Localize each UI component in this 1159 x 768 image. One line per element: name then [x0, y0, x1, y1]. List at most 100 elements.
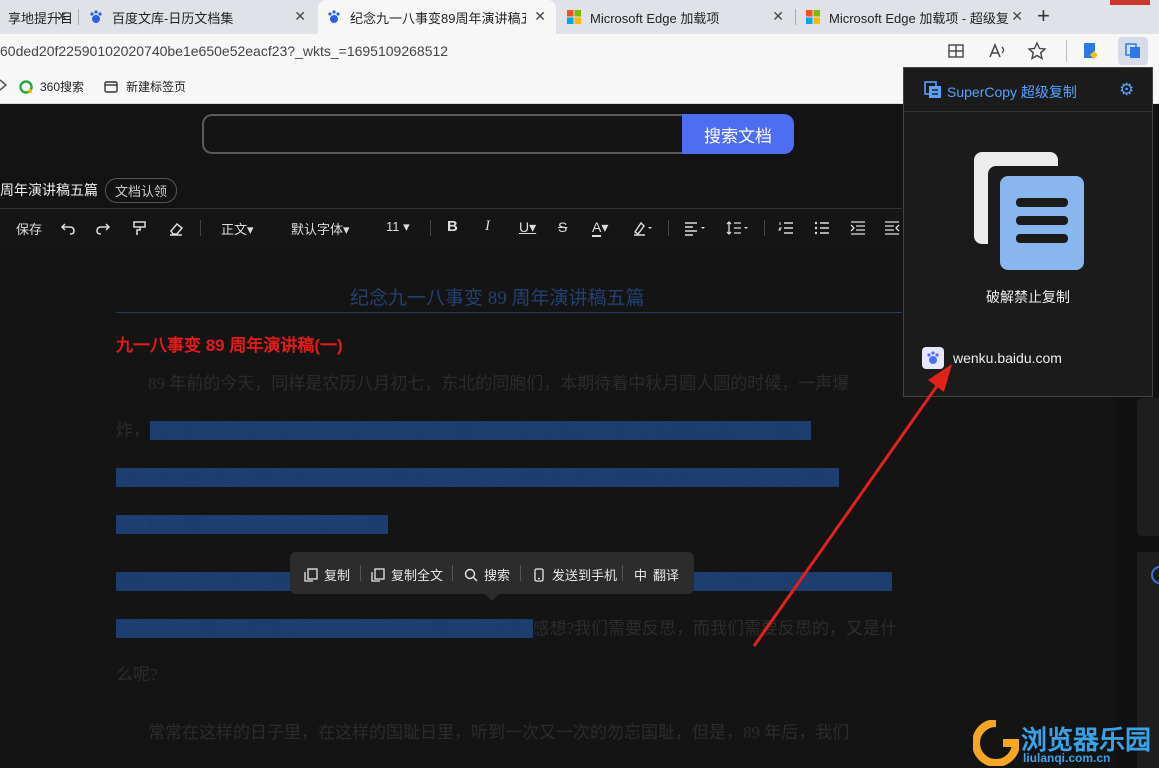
search-label: 搜索 [484, 568, 511, 583]
outdent-icon[interactable] [884, 220, 900, 236]
window-close-strip[interactable] [1110, 0, 1150, 5]
new-tab-button[interactable]: + [1037, 3, 1050, 29]
close-icon[interactable]: ✕ [534, 8, 546, 25]
para1-line3: 三省东北三省沦陷，数千万东北同胞，从此沦为亡国奴，长达 20 年……东北军民的浴… [116, 463, 839, 488]
highlight-color-icon[interactable] [632, 220, 654, 236]
translate-button[interactable]: 中 翻译 [634, 565, 679, 584]
underline-button[interactable]: U▾ [519, 219, 536, 236]
close-icon[interactable]: ✕ [772, 8, 784, 25]
copy-all-icon [371, 567, 385, 582]
line-spacing-icon[interactable] [726, 220, 750, 236]
align-menu-icon[interactable] [684, 220, 708, 236]
selected-text: 聚着民族、舍身报国的精神与抗争。 [116, 515, 388, 534]
tab-1[interactable]: 享地提升目 ✕ [0, 0, 78, 34]
font-family-value: 默认字体 [291, 222, 344, 237]
settings-gear-icon[interactable]: ⚙ [1119, 80, 1134, 100]
popup-action-label: 破解禁止复制 [986, 289, 1070, 305]
font-size-select[interactable]: 11 ▾ [386, 219, 410, 235]
para1-line4: 聚着民族、舍身报国的精神与抗争。 [116, 510, 388, 535]
tab-title: 纪念九一八事变89周年演讲稿五篇 [350, 10, 526, 26]
split-screen-icon[interactable] [947, 42, 965, 60]
bookmark-partial-icon [0, 79, 8, 91]
copy-label: 复制 [324, 568, 351, 583]
document-title: 周年演讲稿五篇 [0, 182, 98, 198]
document-heading: 纪念九一八事变 89 周年演讲稿五篇 [350, 288, 645, 309]
font-family-select[interactable]: 默认字体▾ [291, 219, 350, 238]
extension-doc-icon[interactable] [1080, 41, 1100, 61]
popup-divider [904, 111, 1152, 112]
search-button[interactable]: 搜索 [464, 565, 510, 584]
undo-icon[interactable] [60, 220, 76, 236]
section-title: 九一八事变 89 周年演讲稿(一) [116, 336, 343, 355]
numbered-list-icon[interactable] [778, 220, 794, 236]
send-to-phone-button[interactable]: 发送到手机 [532, 565, 617, 584]
strikethrough-button[interactable]: S [558, 219, 567, 235]
baidu-icon [328, 10, 340, 23]
supercopy-toolbar-button[interactable] [1118, 37, 1148, 65]
tab-3-active[interactable]: 纪念九一八事变89周年演讲稿五篇 ✕ [318, 0, 556, 34]
italic-button[interactable]: I [485, 218, 490, 235]
para1-line2: 炸，东北沈阳城外柳条湖铁路附近被日军炸毁，但国民党的“不抵抗”命令下，一个月时间… [116, 416, 812, 441]
tab-5[interactable]: Microsoft Edge 加载项 - 超级复制 ✕ [797, 0, 1033, 34]
microsoft-icon [806, 10, 820, 24]
doc-search-input[interactable] [202, 114, 686, 154]
phone-icon [534, 567, 544, 582]
paragraph-style-select[interactable]: 正文▾ [221, 219, 254, 238]
format-painter-icon[interactable] [132, 220, 148, 236]
bookmark-newtab[interactable]: 新建标签页 [103, 78, 186, 95]
selected-text: 年前的屈辱，国耻 89 年前不堪回首的岁月，我们有什么 [116, 619, 533, 638]
watermark-logo-icon [973, 720, 1019, 766]
newtab-icon [104, 80, 118, 93]
annotation-arrow [752, 364, 952, 647]
avatar-icon [1151, 566, 1159, 584]
supercopy-icon [1125, 43, 1140, 58]
para-text: 炸， [116, 421, 150, 440]
selected-text: 东北沈阳城外柳条湖铁路附近被日军炸毁，但国民党的“不抵抗”命令下，一个月时间，东 [150, 421, 812, 440]
underline-glyph: U [519, 219, 530, 235]
selected-text: 三省东北三省沦陷，数千万东北同胞，从此沦为亡国奴，长达 20 年……东北军民的浴… [116, 468, 839, 487]
close-icon[interactable]: ✕ [56, 8, 68, 25]
url-field[interactable]: 60ded20f22590102020740be1e650e52eacf23?_… [0, 43, 448, 59]
paragraph-style-value: 正文 [221, 222, 248, 237]
context-menu-pointer [484, 593, 500, 601]
bookmark-label: 360搜索 [40, 80, 85, 94]
save-button[interactable]: 保存 [16, 219, 42, 238]
bold-button[interactable]: B [447, 218, 458, 235]
para2-line3: 么呢? [116, 665, 158, 684]
copy-toggle-icon[interactable] [972, 150, 1086, 272]
search-doc-button[interactable]: 搜索文档 [682, 114, 794, 154]
tab-title: Microsoft Edge 加载项 [590, 10, 720, 26]
read-aloud-icon[interactable] [988, 42, 1008, 60]
watermark-domain: liulanqi.com.cn [1023, 751, 1111, 765]
bullet-list-icon[interactable] [814, 220, 830, 236]
editor-toolbar: 保存 正文▾ 默认字体▾ 11 ▾ B I U▾ S A▾ [0, 208, 902, 248]
tab-2[interactable]: 百度文库-日历文档集 ✕ [80, 0, 316, 34]
indent-icon[interactable] [850, 220, 866, 236]
heading-divider [116, 312, 902, 313]
claim-document-button[interactable]: 文档认领 [105, 178, 178, 203]
search-icon [464, 568, 478, 581]
font-size-value: 11 [386, 219, 400, 234]
microsoft-icon [567, 10, 581, 24]
copy-button[interactable]: 复制 [304, 565, 350, 584]
current-site-domain: wenku.baidu.com [953, 350, 1062, 366]
para3-line1: 常常在这样的日子里，在这样的国耻日里，听到一次又一次的勿忘国耻，但是，89 年后… [148, 723, 850, 742]
bookmark-label: 新建标签页 [126, 80, 187, 94]
tab-4[interactable]: Microsoft Edge 加载项 ✕ [558, 0, 794, 34]
bookmark-360[interactable]: 360搜索 [18, 78, 84, 95]
close-icon[interactable]: ✕ [294, 8, 306, 25]
font-color-button[interactable]: A▾ [592, 219, 608, 237]
redo-icon[interactable] [95, 220, 111, 236]
eraser-icon[interactable] [168, 220, 184, 236]
close-icon[interactable]: ✕ [1011, 8, 1023, 25]
baidu-icon [90, 10, 102, 23]
translate-label: 翻译 [653, 568, 680, 583]
favorite-star-icon[interactable] [1027, 41, 1047, 61]
send-label: 发送到手机 [552, 568, 618, 583]
popup-title: SuperCopy 超级复制 [947, 84, 1077, 100]
translate-icon: 中 [634, 568, 648, 583]
360-icon [19, 79, 33, 94]
tab-title: 百度文库-日历文档集 [112, 10, 234, 26]
copy-all-label: 复制全文 [391, 568, 444, 583]
copy-all-button[interactable]: 复制全文 [371, 565, 443, 584]
